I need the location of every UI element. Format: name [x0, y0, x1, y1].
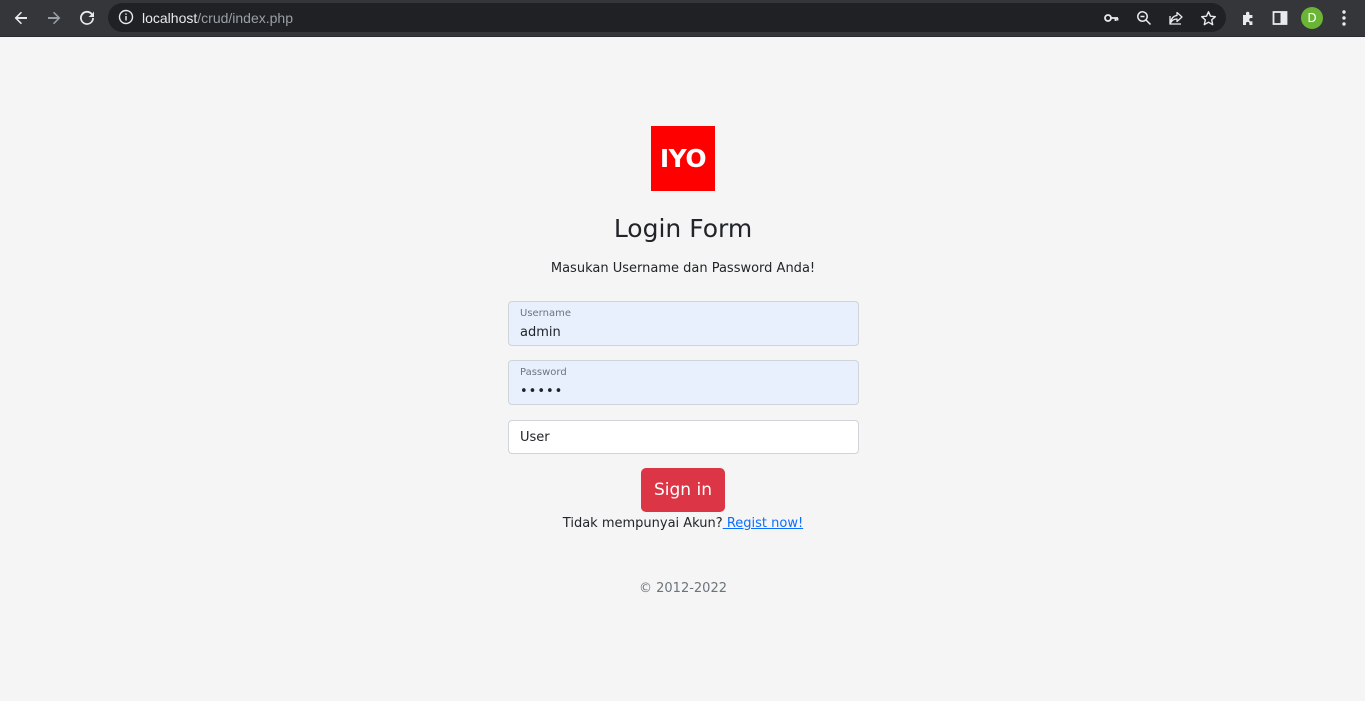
forward-icon[interactable]: [41, 5, 67, 31]
role-select[interactable]: User: [508, 420, 859, 454]
menu-icon[interactable]: [1334, 8, 1354, 28]
reload-icon[interactable]: [74, 5, 100, 31]
password-label: Password: [520, 367, 567, 378]
regist-link[interactable]: Regist now!: [723, 516, 803, 531]
username-value: admin: [520, 325, 561, 340]
role-value: User: [520, 430, 550, 445]
page-subtitle: Masukan Username dan Password Anda!: [550, 261, 816, 276]
zoom-icon[interactable]: [1135, 9, 1153, 27]
address-bar[interactable]: localhost/crud/index.php: [108, 3, 1226, 32]
side-panel-icon[interactable]: [1270, 8, 1290, 28]
password-field[interactable]: Password •••••: [508, 360, 859, 405]
signin-button[interactable]: Sign in: [641, 468, 725, 512]
browser-toolbar: localhost/crud/index.php D: [0, 0, 1365, 37]
star-icon[interactable]: [1199, 9, 1217, 27]
register-prompt: Tidak mempunyai Akun? Regist now!: [433, 515, 933, 532]
info-icon[interactable]: [118, 9, 134, 25]
url-path: /crud/index.php: [197, 10, 293, 26]
extensions-icon[interactable]: [1238, 8, 1258, 28]
share-icon[interactable]: [1167, 9, 1185, 27]
username-field[interactable]: Username admin: [508, 301, 859, 346]
no-account-text: Tidak mempunyai Akun?: [562, 516, 723, 531]
copyright: © 2012-2022: [639, 581, 727, 596]
avatar[interactable]: D: [1301, 7, 1323, 29]
back-icon[interactable]: [8, 5, 34, 31]
logo: IYO: [651, 126, 715, 191]
url-host: localhost: [142, 10, 198, 26]
key-icon[interactable]: [1102, 9, 1120, 27]
url-text: localhost/crud/index.php: [142, 10, 293, 26]
username-label: Username: [520, 308, 571, 319]
password-value: •••••: [520, 384, 564, 399]
page-title: Login Form: [613, 214, 753, 243]
